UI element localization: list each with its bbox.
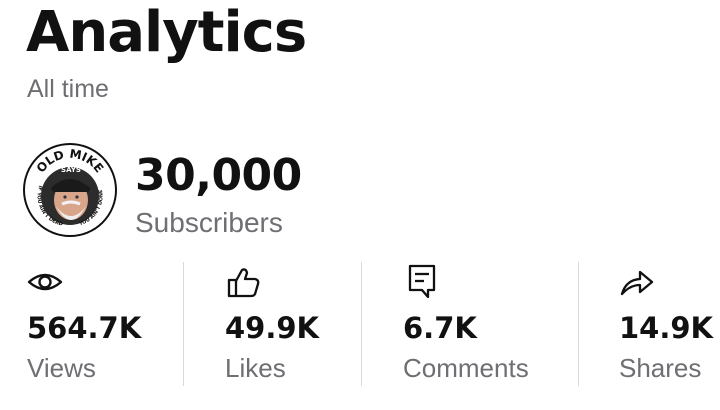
divider <box>183 262 184 386</box>
eye-icon <box>26 264 64 300</box>
comment-icon <box>402 264 440 300</box>
thumbs-up-icon <box>224 264 262 300</box>
stat-value: 564.7K <box>27 311 142 345</box>
subscriber-label: Subscribers <box>135 207 283 238</box>
avatar: OLD MIKE SAYS IF YOU AIN'T DEAD YOU AIN'… <box>22 142 118 238</box>
stat-label: Comments <box>403 353 529 383</box>
stats-row: 564.7K Views 49.9K Likes 6.7K Comments 1… <box>0 262 720 388</box>
stat-label: Likes <box>225 353 286 383</box>
stat-label: Views <box>27 353 96 383</box>
channel-logo: OLD MIKE SAYS IF YOU AIN'T DEAD YOU AIN'… <box>23 143 117 237</box>
time-range-label: All time <box>27 75 109 103</box>
share-icon <box>618 264 656 300</box>
stat-value: 49.9K <box>225 311 320 345</box>
page-title: Analytics <box>26 0 307 65</box>
stat-value: 6.7K <box>403 311 477 345</box>
subscriber-count: 30,000 <box>135 150 302 201</box>
divider <box>578 262 579 386</box>
stat-label: Shares <box>619 353 702 383</box>
stat-value: 14.9K <box>619 311 714 345</box>
avatar-subtitle-text: SAYS <box>61 166 81 174</box>
divider <box>361 262 362 386</box>
